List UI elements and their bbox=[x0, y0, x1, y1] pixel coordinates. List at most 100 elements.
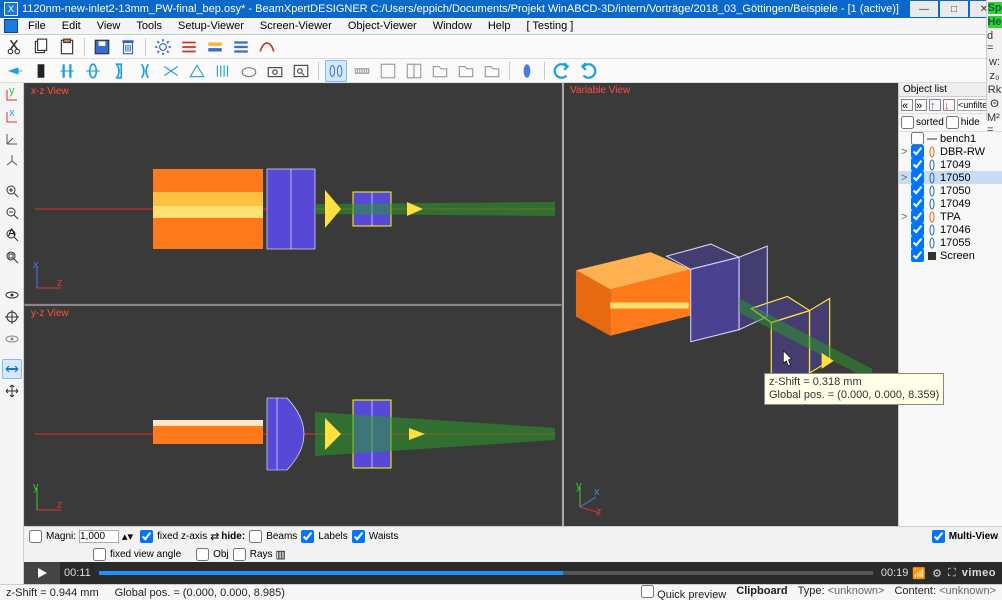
aperture-button[interactable] bbox=[30, 60, 52, 82]
hide-rays-checkbox[interactable] bbox=[233, 548, 246, 561]
grid1-button[interactable] bbox=[377, 60, 399, 82]
hide-obj-checkbox[interactable] bbox=[196, 548, 209, 561]
expand-all-button[interactable]: » bbox=[915, 99, 927, 111]
menu-help[interactable]: Help bbox=[480, 20, 519, 32]
stepper-icon[interactable]: ▴▾ bbox=[122, 530, 133, 543]
beam-red-button[interactable] bbox=[178, 36, 200, 58]
view-yz[interactable]: y-z View bbox=[24, 304, 562, 526]
grid2-button[interactable] bbox=[403, 60, 425, 82]
expander-icon[interactable]: > bbox=[901, 211, 909, 223]
tree-checkbox[interactable] bbox=[911, 132, 924, 145]
menu-object-viewer[interactable]: Object-Viewer bbox=[340, 20, 425, 32]
eye-button[interactable] bbox=[2, 285, 22, 305]
save-button[interactable] bbox=[91, 36, 113, 58]
axis-toggle-icon[interactable]: ⇄ bbox=[210, 530, 219, 543]
camera-button[interactable] bbox=[264, 60, 286, 82]
rays-options-icon[interactable]: ▥ bbox=[276, 548, 286, 561]
tree-checkbox[interactable] bbox=[911, 197, 924, 210]
slit-button[interactable] bbox=[56, 60, 78, 82]
tree-row[interactable]: >DBR-RW bbox=[899, 145, 1002, 158]
settings-icon[interactable]: ⚙ bbox=[932, 567, 942, 580]
lens-plano-button[interactable] bbox=[108, 60, 130, 82]
video-progress[interactable] bbox=[99, 571, 873, 575]
zoom-out-button[interactable] bbox=[2, 203, 22, 223]
multi-view-checkbox[interactable] bbox=[932, 530, 945, 543]
eye2-button[interactable] bbox=[2, 329, 22, 349]
hide-checkbox[interactable] bbox=[946, 116, 959, 129]
target-button[interactable] bbox=[2, 307, 22, 327]
expander-icon[interactable]: > bbox=[901, 172, 909, 184]
collapse-all-button[interactable]: « bbox=[901, 99, 913, 111]
tree-checkbox[interactable] bbox=[911, 184, 924, 197]
tree-checkbox[interactable] bbox=[911, 158, 924, 171]
axis-xz-button[interactable]: x bbox=[2, 107, 22, 127]
app-menu-icon[interactable] bbox=[4, 19, 18, 33]
quick-preview-checkbox[interactable] bbox=[641, 585, 654, 598]
menu-edit[interactable]: Edit bbox=[54, 20, 89, 32]
menu-window[interactable]: Window bbox=[425, 20, 480, 32]
right-docked-strip[interactable]: Sp He d = w: z₀ Rk Θ M² = bbox=[986, 0, 1002, 120]
paste-button[interactable] bbox=[56, 36, 78, 58]
beam-curve-button[interactable] bbox=[256, 36, 278, 58]
magni-input[interactable] bbox=[79, 530, 119, 543]
strip-he-button[interactable]: He bbox=[988, 16, 1002, 28]
strip-sp-button[interactable]: Sp bbox=[988, 2, 1002, 14]
copy-button[interactable] bbox=[30, 36, 52, 58]
sorted-checkbox[interactable] bbox=[901, 116, 914, 129]
menu-testing[interactable]: [ Testing ] bbox=[518, 20, 581, 32]
tree-row[interactable]: 17050 bbox=[899, 184, 1002, 197]
window-maximize-button[interactable]: □ bbox=[940, 1, 968, 17]
folder1-button[interactable] bbox=[429, 60, 451, 82]
hide-waists-checkbox[interactable] bbox=[352, 530, 365, 543]
menu-file[interactable]: File bbox=[20, 20, 54, 32]
axis-xy-button[interactable] bbox=[2, 129, 22, 149]
axis-yz-button[interactable]: y bbox=[2, 85, 22, 105]
tree-checkbox[interactable] bbox=[911, 249, 924, 262]
folder2-button[interactable] bbox=[455, 60, 477, 82]
tree-row[interactable]: >17050 bbox=[899, 171, 1002, 184]
grating-button[interactable] bbox=[212, 60, 234, 82]
tree-row[interactable]: >TPA bbox=[899, 210, 1002, 223]
prism-button[interactable] bbox=[186, 60, 208, 82]
undo-button[interactable] bbox=[551, 60, 573, 82]
fullscreen-icon[interactable]: ⛶ bbox=[948, 567, 956, 580]
hide-beams-checkbox[interactable] bbox=[249, 530, 262, 543]
ruler-button[interactable] bbox=[351, 60, 373, 82]
tree-checkbox[interactable] bbox=[911, 236, 924, 249]
tree-row[interactable]: Screen bbox=[899, 249, 1002, 262]
source-button[interactable] bbox=[4, 60, 26, 82]
tree-checkbox[interactable] bbox=[911, 210, 924, 223]
menu-view[interactable]: View bbox=[89, 20, 129, 32]
search-button[interactable] bbox=[290, 60, 312, 82]
window-minimize-button[interactable]: — bbox=[910, 1, 938, 17]
cloud-button[interactable] bbox=[238, 60, 260, 82]
redo-button[interactable] bbox=[577, 60, 599, 82]
lens-biconvex-button[interactable] bbox=[82, 60, 104, 82]
tree-row[interactable]: 17049 bbox=[899, 197, 1002, 210]
fixed-z-checkbox[interactable] bbox=[140, 530, 153, 543]
zoom-in-button[interactable] bbox=[2, 181, 22, 201]
play-button[interactable] bbox=[24, 562, 60, 584]
tree-checkbox[interactable] bbox=[911, 145, 924, 158]
expander-icon[interactable]: > bbox=[901, 146, 909, 158]
zoom-sel-button[interactable] bbox=[2, 247, 22, 267]
tree-checkbox[interactable] bbox=[911, 223, 924, 236]
tree-row[interactable]: 17055 bbox=[899, 236, 1002, 249]
view-xz[interactable]: x-z View bbox=[24, 83, 562, 304]
object-tree[interactable]: bench1>DBR-RW17049>170501705017049>TPA17… bbox=[899, 132, 1002, 526]
menu-setup-viewer[interactable]: Setup-Viewer bbox=[170, 20, 252, 32]
delete-button[interactable] bbox=[117, 36, 139, 58]
fixed-angle-checkbox[interactable] bbox=[93, 548, 106, 561]
move-xy-button[interactable] bbox=[2, 381, 22, 401]
magni-checkbox[interactable] bbox=[29, 530, 42, 543]
axis-3d-button[interactable] bbox=[2, 151, 22, 171]
zoom-fit-button[interactable]: A bbox=[2, 225, 22, 245]
cut-button[interactable] bbox=[4, 36, 26, 58]
folder3-button[interactable] bbox=[481, 60, 503, 82]
view-variable[interactable]: Variable View bbox=[564, 83, 898, 526]
menu-screen-viewer[interactable]: Screen-Viewer bbox=[252, 20, 340, 32]
sort-desc-button[interactable]: ↓ bbox=[943, 99, 955, 111]
move-z-button[interactable] bbox=[2, 359, 22, 379]
settings-button[interactable] bbox=[152, 36, 174, 58]
hide-labels-checkbox[interactable] bbox=[301, 530, 314, 543]
